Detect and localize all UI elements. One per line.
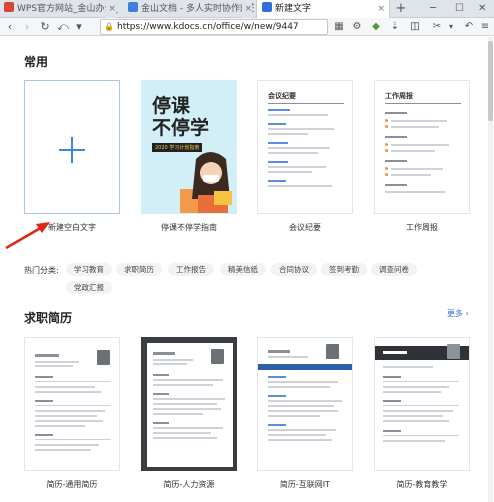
template-card-resume-education[interactable] [374, 337, 470, 471]
back-icon[interactable]: ‹ [3, 19, 17, 35]
avatar [211, 349, 224, 364]
gear-icon[interactable]: ⚙ [350, 20, 364, 34]
address-toolbar: ‹ › ↻ ⤺ ▾ 🔒 https://www.kdocs.cn/office/… [0, 18, 494, 36]
card-label: 简历-教育教学 [396, 480, 448, 489]
doc-title: 会议纪要 [268, 92, 296, 100]
card-label: 会议纪要 [289, 223, 321, 232]
kdocs-logo-icon [128, 2, 138, 12]
tag-resume[interactable]: 求职简历 [116, 263, 162, 276]
section-title-common: 常用 [24, 55, 49, 69]
template-card-resume-general[interactable] [24, 337, 120, 471]
new-blank-doc-card[interactable] [24, 80, 120, 214]
close-icon[interactable]: × [242, 0, 252, 18]
close-icon[interactable]: × [106, 0, 116, 18]
avatar [326, 344, 339, 359]
scrollbar-thumb[interactable] [488, 41, 493, 121]
student-illustration [180, 152, 232, 213]
template-card-weekly-report[interactable]: 工作周报 [374, 80, 470, 214]
forward-icon[interactable]: › [20, 19, 34, 35]
divider [385, 103, 461, 104]
url-input[interactable]: 🔒 https://www.kdocs.cn/office/w/new/9447 [100, 19, 328, 35]
maximize-icon[interactable]: ☐ [455, 0, 464, 18]
url-text: https://www.kdocs.cn/office/w/new/9447 [117, 22, 299, 32]
doc-title: 工作周报 [385, 92, 413, 100]
new-tab-button[interactable]: + [392, 0, 410, 18]
tab-wps-official[interactable]: WPS官方网站_金山办公_办公软件 × [0, 0, 118, 18]
card-label: 简历-通用简历 [46, 480, 98, 489]
window-close-icon[interactable]: ✕ [478, 0, 486, 18]
menu-icon[interactable]: ≡ [478, 20, 492, 34]
tag-work-report[interactable]: 工作报告 [168, 263, 214, 276]
lock-icon: 🔒 [104, 22, 114, 31]
chevron-down-icon[interactable]: ▾ [444, 20, 458, 34]
tag-survey[interactable]: 调查问卷 [371, 263, 417, 276]
hot-categories-label: 热门分类: [24, 266, 59, 275]
tag-party-report[interactable]: 党政汇报 [66, 281, 112, 294]
card-label: 简历-互联网IT [279, 480, 331, 489]
template-card-resume-hr[interactable] [141, 337, 237, 471]
avatar [97, 350, 110, 365]
card-label: 停课不停学指南 [161, 223, 217, 232]
extension-icon[interactable]: ◆ [369, 20, 383, 34]
card-label: 新建空白文字 [48, 223, 96, 232]
minimize-icon[interactable]: ─ [430, 0, 436, 18]
undo-icon[interactable]: ⤺ [56, 19, 70, 35]
chevron-down-icon[interactable]: ▾ [72, 19, 86, 35]
doc-logo-icon [262, 2, 272, 12]
scissors-icon[interactable]: ✂ [430, 20, 444, 34]
card-label: 工作周报 [406, 223, 438, 232]
divider [268, 103, 344, 104]
tag-contract[interactable]: 合同协议 [271, 263, 317, 276]
tag-study-education[interactable]: 学习教育 [66, 263, 112, 276]
wps-logo-icon [4, 2, 14, 12]
tab-new-doc[interactable]: 新建文字 × [256, 0, 390, 18]
browser-tab-bar: WPS官方网站_金山办公_办公软件 × 金山文档 - 多人实时协作的在线Off … [0, 0, 494, 18]
poster-title: 停课 不停学 [152, 95, 210, 139]
download-icon[interactable]: ⇣ [388, 20, 402, 34]
grid-icon[interactable]: ▦ [332, 20, 346, 34]
card-label: 简历-人力资源 [163, 480, 215, 489]
undo-icon[interactable]: ↶ [462, 20, 476, 34]
template-card-resume-it[interactable] [257, 337, 353, 471]
tab-kdocs[interactable]: 金山文档 - 多人实时协作的在线Off × [122, 0, 254, 18]
avatar [447, 344, 460, 359]
template-card-study-guide[interactable]: 停课 不停学 2020 学习计划指南 [141, 80, 237, 214]
reader-icon[interactable]: ◫ [408, 20, 422, 34]
section-title-resume: 求职简历 [24, 311, 73, 325]
tab-label: 金山文档 - 多人实时协作的在线Off [141, 4, 254, 14]
tag-letter-paper[interactable]: 精美信纸 [220, 263, 266, 276]
plus-icon [59, 137, 85, 163]
tag-attendance[interactable]: 签到考勤 [321, 263, 367, 276]
tab-label: 新建文字 [275, 4, 312, 14]
more-link[interactable]: 更多 › [447, 308, 469, 319]
template-card-meeting-minutes[interactable]: 会议纪要 [257, 80, 353, 214]
tab-label: WPS官方网站_金山办公_办公软件 [17, 4, 118, 14]
scrollbar[interactable] [488, 37, 493, 502]
reload-icon[interactable]: ↻ [38, 19, 52, 35]
close-icon[interactable]: × [377, 0, 385, 18]
